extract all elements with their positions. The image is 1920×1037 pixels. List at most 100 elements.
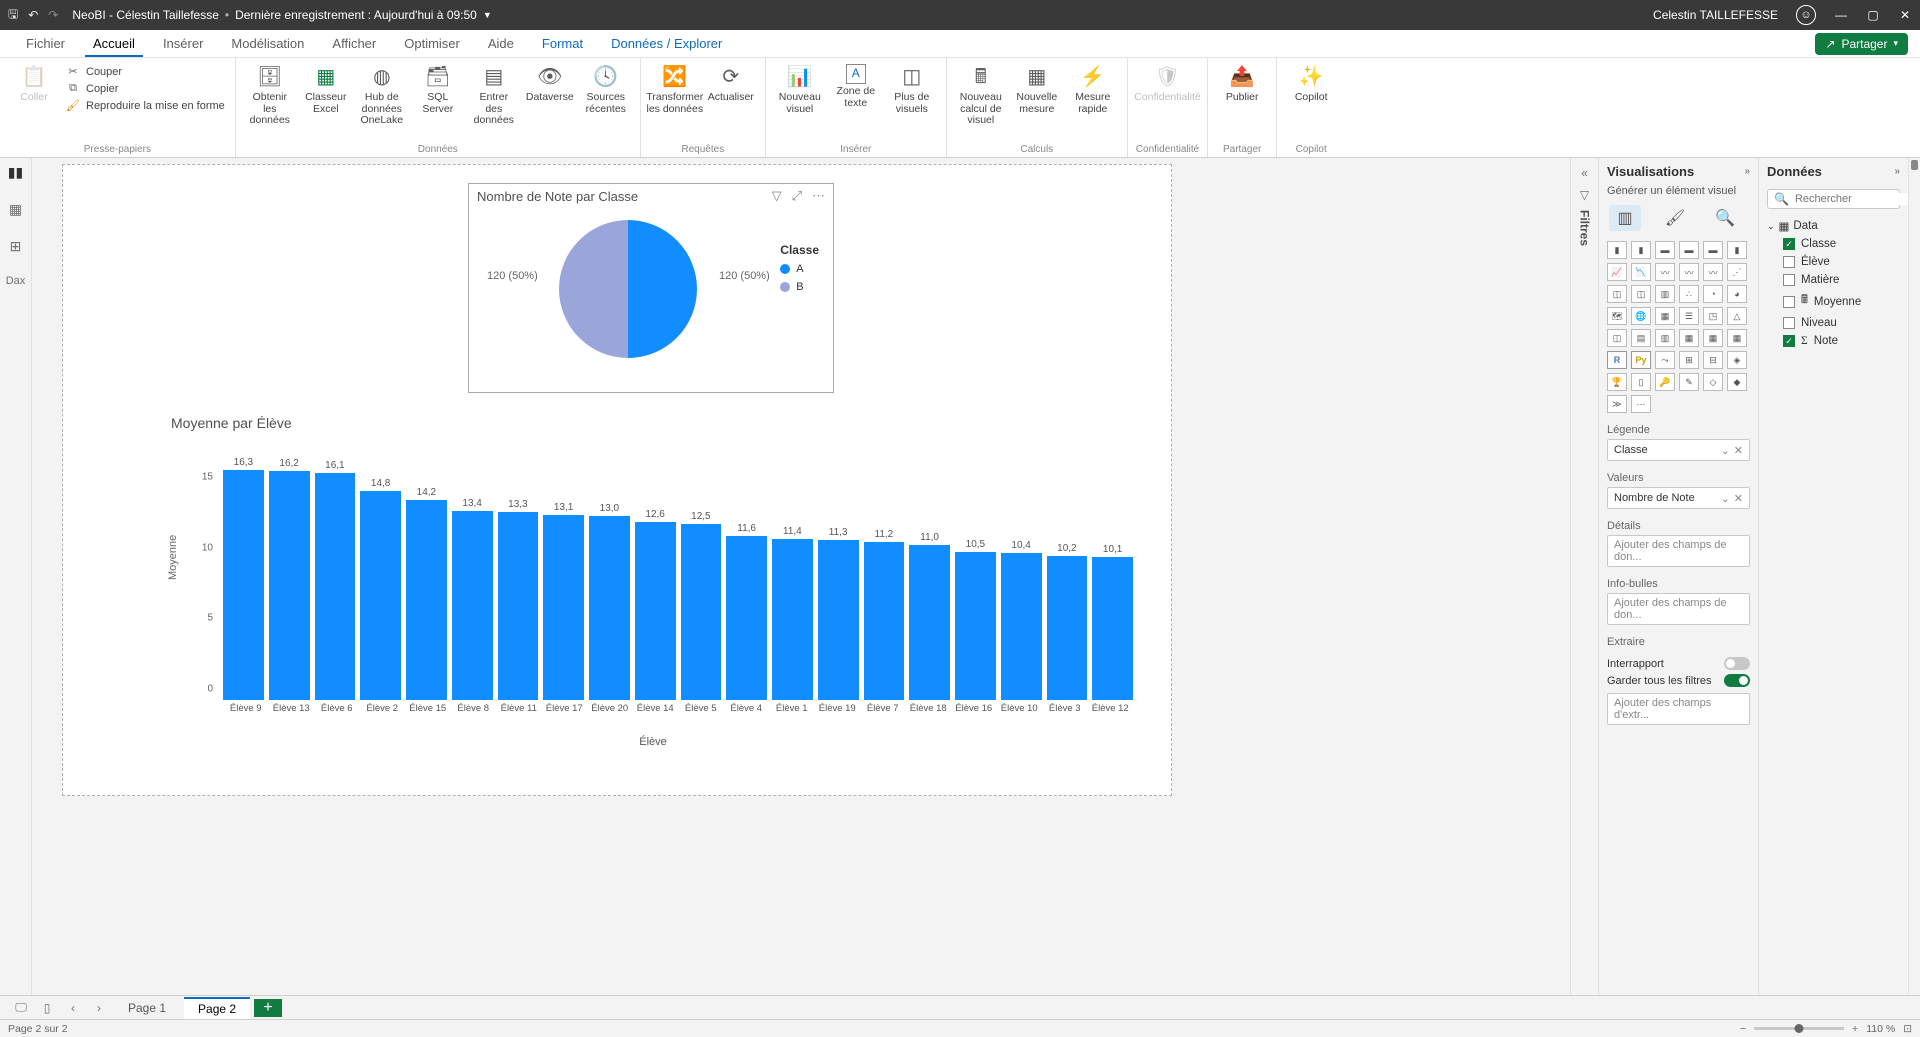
collapse-icon[interactable]: » bbox=[1744, 166, 1750, 177]
redo-icon[interactable]: ↷ bbox=[48, 8, 58, 22]
checkbox[interactable]: ✓ bbox=[1783, 335, 1795, 347]
viz-type-button[interactable]: ▬ bbox=[1655, 241, 1675, 259]
tab-accueil[interactable]: Accueil bbox=[79, 30, 149, 57]
tab-donnees[interactable]: Données / Explorer bbox=[597, 30, 736, 57]
tooltip-field-well[interactable]: Ajouter des champs de don... bbox=[1607, 593, 1750, 625]
bar[interactable] bbox=[269, 471, 310, 700]
fit-page-button[interactable]: ⊡ bbox=[1903, 1023, 1912, 1035]
chevron-down-icon[interactable]: ▼ bbox=[483, 10, 492, 20]
bar[interactable] bbox=[360, 491, 401, 700]
viz-type-button[interactable]: 🔑 bbox=[1655, 373, 1675, 391]
crossreport-toggle[interactable] bbox=[1724, 657, 1750, 670]
chevron-down-icon[interactable]: ⌄ bbox=[1721, 444, 1730, 457]
viz-type-button[interactable]: ◈ bbox=[1727, 351, 1747, 369]
report-canvas[interactable]: Nombre de Note par Classe ▽ ⤢ ⋯ 120 (50%… bbox=[62, 164, 1172, 796]
bar[interactable] bbox=[909, 545, 950, 700]
remove-icon[interactable]: ✕ bbox=[1734, 492, 1743, 505]
collapse-icon[interactable]: » bbox=[1894, 166, 1900, 177]
sql-button[interactable]: 🗃SQL Server bbox=[412, 60, 464, 119]
zoom-slider[interactable] bbox=[1754, 1027, 1844, 1030]
viz-type-button[interactable]: ◫ bbox=[1631, 285, 1651, 303]
viz-type-button[interactable]: ✎ bbox=[1679, 373, 1699, 391]
format-tab-icon[interactable]: 🖌 bbox=[1659, 205, 1691, 231]
viz-type-button[interactable]: ▮ bbox=[1607, 241, 1627, 259]
onelake-button[interactable]: ◍Hub de données OneLake bbox=[356, 60, 408, 131]
canvas-area[interactable]: Nombre de Note par Classe ▽ ⤢ ⋯ 120 (50%… bbox=[32, 158, 1570, 995]
viz-type-button[interactable]: ▯ bbox=[1631, 373, 1651, 391]
get-data-button[interactable]: 🗄Obtenir les données bbox=[244, 60, 296, 131]
page-tab-2[interactable]: Page 2 bbox=[184, 997, 250, 1019]
viz-type-button[interactable]: ⊞ bbox=[1679, 351, 1699, 369]
bar[interactable] bbox=[1047, 556, 1088, 700]
viz-type-button[interactable]: 🗺 bbox=[1607, 307, 1627, 325]
viz-type-button[interactable]: ⤳ bbox=[1655, 351, 1675, 369]
bar[interactable] bbox=[955, 552, 996, 700]
field-moyenne[interactable]: 🖩Moyenne bbox=[1767, 289, 1900, 314]
viz-type-button[interactable]: ▤ bbox=[1631, 329, 1651, 347]
refresh-button[interactable]: ⟳Actualiser bbox=[705, 60, 757, 108]
field-classe[interactable]: ✓Classe bbox=[1767, 235, 1900, 253]
checkbox[interactable] bbox=[1783, 296, 1795, 308]
mobile-layout-icon[interactable]: ▯ bbox=[36, 998, 58, 1018]
dax-view-icon[interactable]: Dax bbox=[6, 275, 26, 287]
table-node[interactable]: ⌄▦Data bbox=[1767, 217, 1900, 235]
bar[interactable] bbox=[1001, 553, 1042, 700]
share-button[interactable]: ↗Partager▾ bbox=[1815, 33, 1908, 55]
save-icon[interactable]: 🖫 bbox=[8, 5, 18, 26]
next-page-button[interactable]: › bbox=[88, 998, 110, 1018]
viz-type-button[interactable]: ◇ bbox=[1703, 373, 1723, 391]
copy-button[interactable]: ⧉Copier bbox=[64, 81, 227, 96]
minimize-button[interactable]: — bbox=[1834, 8, 1848, 22]
tab-format[interactable]: Format bbox=[528, 30, 597, 57]
filter-icon[interactable]: ▽ bbox=[772, 188, 782, 204]
publish-button[interactable]: 📤Publier bbox=[1216, 60, 1268, 108]
values-field-well[interactable]: Nombre de Note⌄✕ bbox=[1607, 487, 1750, 509]
format-painter-button[interactable]: 🖌Reproduire la mise en forme bbox=[64, 98, 227, 113]
viz-type-button[interactable]: ▬ bbox=[1679, 241, 1699, 259]
bar[interactable] bbox=[818, 540, 859, 700]
checkbox[interactable]: ✓ bbox=[1783, 238, 1795, 250]
paste-button[interactable]: 📋Coller bbox=[8, 60, 60, 108]
extract-field-well[interactable]: Ajouter des champs d'extr... bbox=[1607, 693, 1750, 725]
checkbox[interactable] bbox=[1783, 274, 1795, 286]
sensitivity-button[interactable]: 🛡Confidentialité bbox=[1141, 60, 1193, 108]
viz-type-button[interactable]: ▮ bbox=[1631, 241, 1651, 259]
viz-type-button[interactable]: 〰 bbox=[1679, 263, 1699, 281]
bar[interactable] bbox=[315, 473, 356, 700]
bar[interactable] bbox=[1092, 557, 1133, 700]
viz-type-button[interactable]: ⋯ bbox=[1631, 395, 1651, 413]
more-visuals-button[interactable]: ◫Plus de visuels bbox=[886, 60, 938, 119]
viz-type-button[interactable]: ◕ bbox=[1727, 285, 1747, 303]
field-note[interactable]: ✓ΣNote bbox=[1767, 332, 1900, 350]
user-avatar-icon[interactable]: ☺ bbox=[1796, 5, 1816, 25]
viz-type-button[interactable]: ▬ bbox=[1703, 241, 1723, 259]
viz-type-button[interactable]: R bbox=[1607, 351, 1627, 369]
desktop-layout-icon[interactable]: 🖵 bbox=[10, 998, 32, 1018]
copilot-button[interactable]: ✨Copilot bbox=[1285, 60, 1337, 108]
bar-chart-visual[interactable]: Moyenne 051015 16,316,216,114,814,213,41… bbox=[173, 440, 1133, 750]
viz-type-button[interactable]: 🌐 bbox=[1631, 307, 1651, 325]
viz-type-button[interactable]: ∴ bbox=[1679, 285, 1699, 303]
viz-type-button[interactable]: 〰 bbox=[1655, 263, 1675, 281]
viz-type-button[interactable]: Py bbox=[1631, 351, 1651, 369]
build-tab-icon[interactable]: ▥ bbox=[1609, 205, 1641, 231]
field-élève[interactable]: Élève bbox=[1767, 253, 1900, 271]
viz-type-button[interactable]: ◔ bbox=[1703, 285, 1723, 303]
bar[interactable] bbox=[772, 539, 813, 700]
viz-type-button[interactable]: ⊟ bbox=[1703, 351, 1723, 369]
textbox-button[interactable]: AZone de texte bbox=[830, 60, 882, 113]
tab-fichier[interactable]: Fichier bbox=[12, 30, 79, 57]
viz-type-button[interactable]: ▮ bbox=[1727, 241, 1747, 259]
visual-calc-button[interactable]: 🖩Nouveau calcul de visuel bbox=[955, 60, 1007, 131]
keepfilters-toggle[interactable] bbox=[1724, 674, 1750, 687]
analytics-tab-icon[interactable]: 🔍 bbox=[1709, 205, 1741, 231]
add-page-button[interactable]: + bbox=[254, 999, 282, 1017]
viz-type-button[interactable]: ▦ bbox=[1655, 307, 1675, 325]
new-visual-button[interactable]: 📊Nouveau visuel bbox=[774, 60, 826, 119]
viz-type-button[interactable]: ⋰ bbox=[1727, 263, 1747, 281]
bar[interactable] bbox=[589, 516, 630, 700]
new-measure-button[interactable]: ▦Nouvelle mesure bbox=[1011, 60, 1063, 119]
viz-type-button[interactable]: ◆ bbox=[1727, 373, 1747, 391]
zoom-out-button[interactable]: − bbox=[1740, 1023, 1746, 1035]
bar[interactable] bbox=[681, 524, 722, 700]
